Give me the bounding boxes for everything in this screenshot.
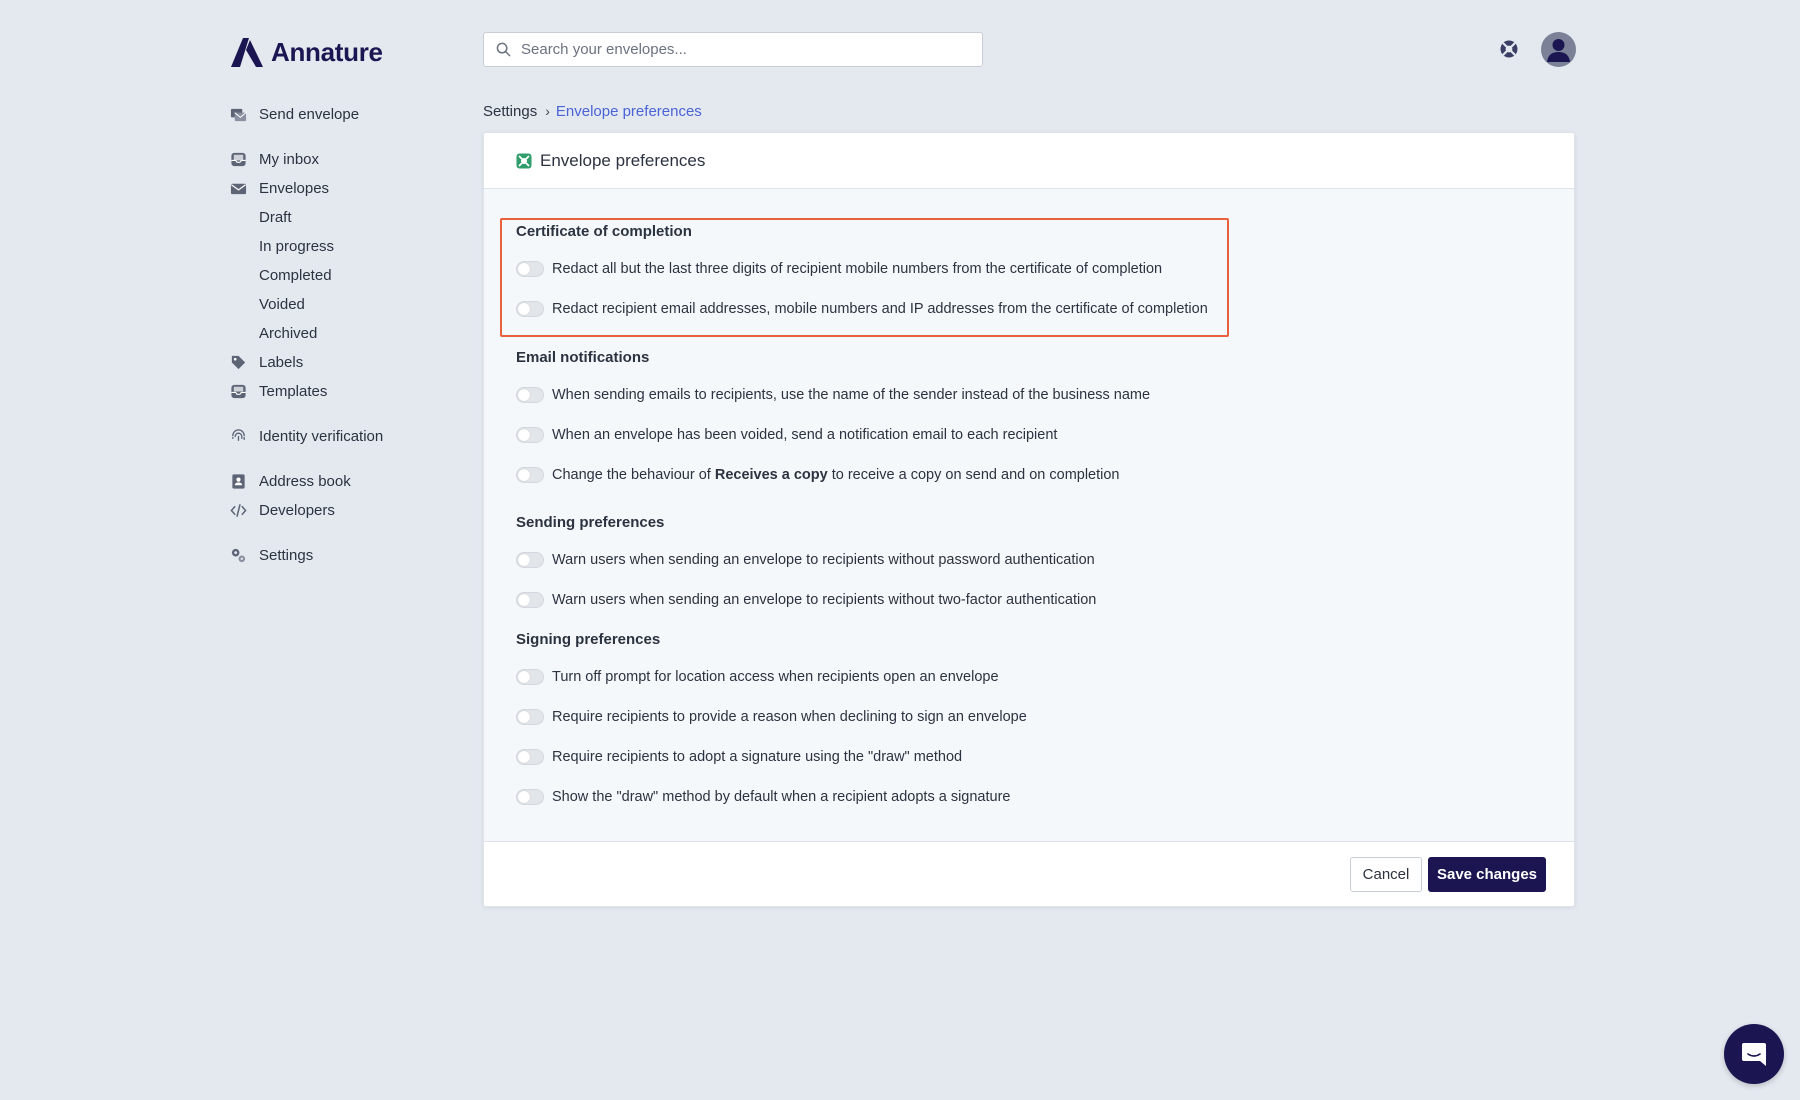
pref-label-suffix: to receive a copy on send and on complet… bbox=[827, 467, 1120, 483]
pref-redact-contact: Redact recipient email addresses, mobile… bbox=[516, 299, 1208, 319]
toggle-switch[interactable] bbox=[516, 789, 544, 805]
pref-label-prefix: Change the behaviour of bbox=[552, 467, 715, 483]
pref-label: Redact all but the last three digits of … bbox=[552, 261, 1163, 277]
toggle-switch[interactable] bbox=[516, 467, 544, 483]
sidebar-item-settings[interactable]: Settings bbox=[229, 543, 313, 567]
toggle-switch[interactable] bbox=[516, 592, 544, 608]
sidebar-item-templates[interactable]: Templates bbox=[229, 379, 327, 403]
sidebar-item-my-inbox[interactable]: My inbox bbox=[229, 147, 319, 171]
sidebar-item-send-envelope[interactable]: Send envelope bbox=[229, 102, 359, 126]
toggle-switch[interactable] bbox=[516, 709, 544, 725]
breadcrumb: Settings › Envelope preferences bbox=[483, 100, 702, 122]
toggle-switch[interactable] bbox=[516, 669, 544, 685]
templates-icon bbox=[229, 382, 247, 400]
save-changes-button[interactable]: Save changes bbox=[1428, 857, 1546, 892]
preferences-icon bbox=[516, 153, 532, 168]
sidebar-label: Archived bbox=[259, 324, 318, 342]
pref-label: When sending emails to recipients, use t… bbox=[552, 387, 1151, 403]
pref-warn-2fa: Warn users when sending an envelope to r… bbox=[516, 590, 1096, 610]
help-lifebuoy-icon[interactable] bbox=[1499, 39, 1519, 59]
pref-label: Warn users when sending an envelope to r… bbox=[552, 552, 1095, 568]
section-title-signing: Signing preferences bbox=[516, 631, 661, 648]
pref-location-prompt: Turn off prompt for location access when… bbox=[516, 667, 999, 687]
sidebar-item-address-book[interactable]: Address book bbox=[229, 469, 351, 493]
sidebar-item-identity-verification[interactable]: Identity verification bbox=[229, 424, 383, 448]
pref-label: Redact recipient email addresses, mobile… bbox=[552, 301, 1208, 317]
breadcrumb-current[interactable]: Envelope preferences bbox=[556, 103, 702, 120]
sidebar-label: Envelopes bbox=[259, 179, 330, 197]
search-icon bbox=[496, 42, 511, 57]
sidebar-label: Address book bbox=[259, 472, 351, 490]
sidebar-item-developers[interactable]: Developers bbox=[229, 498, 335, 522]
sidebar-label: Developers bbox=[259, 501, 335, 519]
page-title: Envelope preferences bbox=[540, 150, 706, 170]
toggle-switch[interactable] bbox=[516, 427, 544, 443]
pref-warn-password: Warn users when sending an envelope to r… bbox=[516, 550, 1095, 570]
sidebar-item-voided[interactable]: Voided bbox=[259, 292, 305, 316]
sidebar-item-completed[interactable]: Completed bbox=[259, 263, 332, 287]
cancel-button[interactable]: Cancel bbox=[1350, 857, 1422, 892]
toggle-switch[interactable] bbox=[516, 301, 544, 317]
sidebar-item-draft[interactable]: Draft bbox=[259, 205, 292, 229]
fingerprint-icon bbox=[229, 427, 247, 445]
toggle-switch[interactable] bbox=[516, 387, 544, 403]
address-book-icon bbox=[229, 472, 247, 490]
section-title-certificate: Certificate of completion bbox=[516, 223, 692, 240]
breadcrumb-settings[interactable]: Settings bbox=[483, 103, 537, 120]
section-title-sending: Sending preferences bbox=[516, 514, 665, 531]
chevron-right-icon: › bbox=[545, 103, 550, 119]
envelope-icon bbox=[229, 179, 247, 197]
chat-bubble-icon bbox=[1742, 1043, 1766, 1066]
annature-logo-icon bbox=[231, 38, 263, 67]
annature-logo[interactable]: Annature bbox=[229, 36, 383, 68]
pref-label: Turn off prompt for location access when… bbox=[552, 669, 999, 685]
toggle-switch[interactable] bbox=[516, 261, 544, 277]
sidebar-item-in-progress[interactable]: In progress bbox=[259, 234, 334, 258]
sidebar-label: Draft bbox=[259, 208, 292, 226]
pref-draw-default: Show the "draw" method by default when a… bbox=[516, 787, 1010, 807]
user-avatar[interactable] bbox=[1541, 32, 1576, 67]
sidebar-label: In progress bbox=[259, 237, 335, 255]
pref-label: When an envelope has been voided, send a… bbox=[552, 427, 1058, 443]
pref-label: Warn users when sending an envelope to r… bbox=[552, 592, 1097, 608]
user-icon bbox=[1547, 39, 1570, 62]
card-header: Envelope preferences bbox=[484, 133, 1574, 189]
toggle-switch[interactable] bbox=[516, 749, 544, 765]
pref-redact-mobile: Redact all but the last three digits of … bbox=[516, 259, 1162, 279]
tag-icon bbox=[229, 353, 247, 371]
sidebar-label: Completed bbox=[259, 266, 332, 284]
envelope-preferences-card: Envelope preferences Certificate of comp… bbox=[483, 132, 1575, 907]
section-title-email: Email notifications bbox=[516, 349, 650, 366]
pref-label-bold: Receives a copy bbox=[714, 467, 828, 483]
pref-decline-reason: Require recipients to provide a reason w… bbox=[516, 707, 1027, 727]
sidebar-item-archived[interactable]: Archived bbox=[259, 321, 317, 345]
code-icon bbox=[229, 501, 247, 519]
sidebar-label: My inbox bbox=[259, 150, 320, 168]
chat-launcher-button[interactable] bbox=[1724, 1024, 1784, 1084]
pref-voided-notification: When an envelope has been voided, send a… bbox=[516, 425, 1057, 445]
inbox-icon bbox=[229, 150, 247, 168]
sidebar-item-envelopes[interactable]: Envelopes bbox=[229, 176, 329, 200]
brand-name: Annature bbox=[271, 36, 383, 67]
toggle-switch[interactable] bbox=[516, 552, 544, 568]
gears-icon bbox=[229, 546, 247, 564]
sidebar-label: Templates bbox=[259, 382, 328, 400]
pref-sender-name: When sending emails to recipients, use t… bbox=[516, 385, 1150, 405]
pref-label: Require recipients to provide a reason w… bbox=[552, 709, 1027, 725]
send-envelope-icon bbox=[229, 105, 247, 123]
sidebar-label: Identity verification bbox=[259, 427, 384, 445]
search-box[interactable] bbox=[483, 32, 983, 67]
sidebar-label: Send envelope bbox=[259, 105, 360, 123]
search-input[interactable] bbox=[521, 41, 961, 58]
card-footer: Cancel Save changes bbox=[484, 841, 1574, 906]
sidebar-item-labels[interactable]: Labels bbox=[229, 350, 303, 374]
pref-receives-copy: Change the behaviour of Receives a copy … bbox=[516, 465, 1120, 485]
pref-label: Change the behaviour of Receives a copy … bbox=[552, 467, 1120, 483]
pref-label: Show the "draw" method by default when a… bbox=[552, 789, 1011, 805]
sidebar-label: Voided bbox=[259, 295, 305, 313]
sidebar-label: Settings bbox=[259, 546, 314, 564]
pref-draw-required: Require recipients to adopt a signature … bbox=[516, 747, 962, 767]
sidebar-label: Labels bbox=[259, 353, 304, 371]
pref-label: Require recipients to adopt a signature … bbox=[552, 749, 963, 765]
